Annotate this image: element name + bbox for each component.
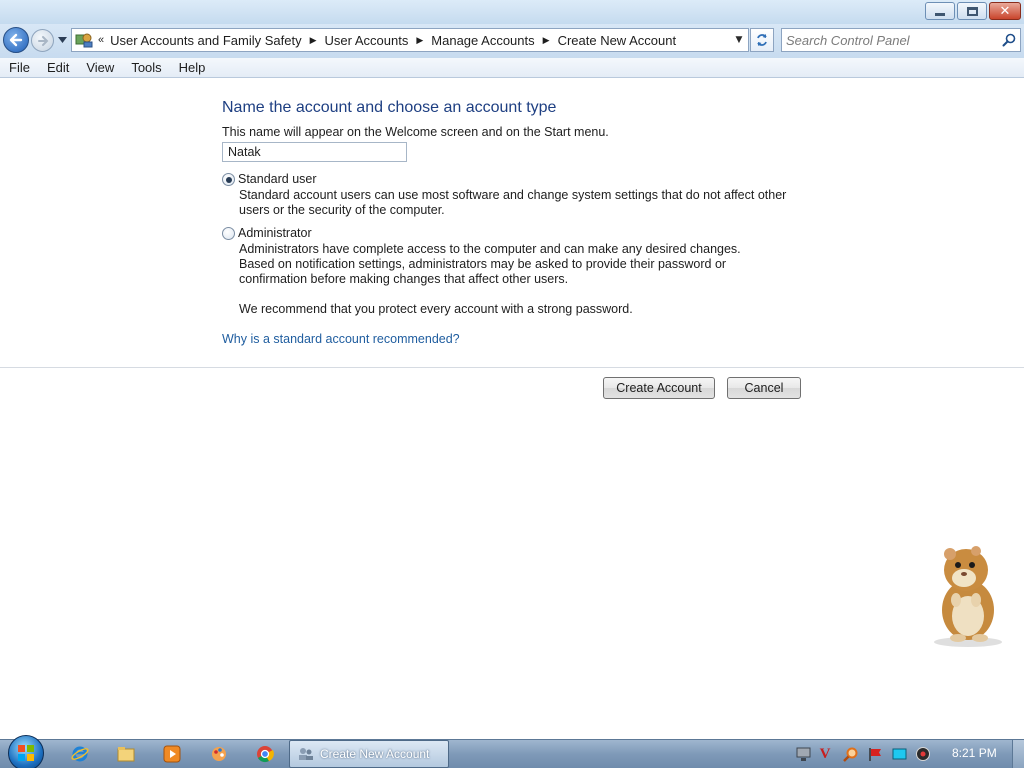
system-clock[interactable]: 8:21 PM [952,746,997,760]
chevron-down-icon [57,37,67,43]
antivirus-icon[interactable]: V [817,746,833,762]
network-icon[interactable] [795,746,811,762]
control-panel-icon [75,33,93,48]
divider [0,367,1024,368]
account-name-instructions: This name will appear on the Welcome scr… [222,125,609,139]
speaker-icon [916,747,930,761]
taskbar: Create New Account V 8:21 PM [0,735,1024,768]
forward-arrow-icon [37,35,48,46]
administrator-label[interactable]: Administrator [238,226,312,240]
radio-selected-dot [225,176,232,183]
close-button[interactable]: ✕ [989,2,1021,20]
back-button[interactable] [3,27,29,53]
refresh-icon [757,34,767,46]
recent-pages-button[interactable] [56,34,68,46]
title-bar: ✕ [0,0,1024,24]
maximize-button[interactable] [957,2,987,20]
account-name-input[interactable] [222,142,407,162]
close-icon: ✕ [999,3,1011,19]
start-button[interactable] [8,735,44,768]
address-history-dropdown[interactable]: ▼ [730,29,748,51]
network-glyph-icon [796,747,810,761]
minimize-icon [935,12,945,16]
refresh-button[interactable] [750,28,774,52]
breadcrumb-separator-icon[interactable]: ▶ [310,35,317,46]
flag-icon[interactable] [867,746,883,762]
breadcrumb-create-new-account[interactable]: Create New Account [558,33,677,48]
taskbar-window-label: Create New Account [320,747,430,761]
search-box[interactable] [781,28,1021,52]
search-icon[interactable] [1002,33,1016,47]
show-desktop-button[interactable] [1012,740,1024,768]
windows-logo-icon [18,745,34,761]
volume-icon[interactable] [915,746,931,762]
antivirus-v-icon: V [819,745,831,762]
play-icon [163,745,181,763]
address-bar[interactable]: « User Accounts and Family Safety ▶ User… [71,28,749,52]
breadcrumb-separator-icon[interactable]: ▶ [543,35,550,46]
chrome-icon[interactable] [253,743,277,765]
breadcrumb-separator-icon[interactable]: ▶ [416,35,423,46]
menu-tools[interactable]: Tools [122,60,169,75]
back-arrow-icon [9,33,23,47]
menu-help[interactable]: Help [170,60,214,75]
breadcrumb-user-accounts-family-safety[interactable]: User Accounts and Family Safety [110,33,301,48]
internet-explorer-glyph-icon [71,746,89,762]
folder-icon [117,747,135,762]
standard-user-description: Standard account users can use most soft… [239,188,787,217]
palette-icon [212,747,226,761]
user-accounts-icon [299,748,313,760]
media-player-icon[interactable] [160,743,184,765]
page-title: Name the account and choose an account t… [222,99,557,116]
restore-icon [966,6,978,16]
paint-icon[interactable] [207,743,231,765]
chrome-logo-icon [257,746,274,763]
forward-button[interactable] [31,29,54,52]
breadcrumb-overflow-icon[interactable]: « [98,34,104,46]
navigation-bar: « User Accounts and Family Safety ▶ User… [0,24,1024,58]
menu-bar: File Edit View Tools Help [0,58,1024,78]
administrator-radio[interactable] [222,227,235,240]
breadcrumb: « User Accounts and Family Safety ▶ User… [96,29,676,51]
taskbar-window-create-new-account[interactable]: Create New Account [289,740,449,768]
hamster-gadget-icon[interactable] [920,538,1010,648]
breadcrumb-user-accounts[interactable]: User Accounts [325,33,409,48]
password-recommendation: We recommend that you protect every acco… [239,302,633,316]
menu-view[interactable]: View [77,60,122,75]
minimize-button[interactable] [925,2,955,20]
menu-edit[interactable]: Edit [38,60,77,75]
standard-user-radio[interactable] [222,173,235,186]
content-pane: Name the account and choose an account t… [0,79,1024,739]
monitor-icon [892,748,906,759]
why-standard-account-link[interactable]: Why is a standard account recommended? [222,332,460,346]
search-tool-icon[interactable] [842,746,858,762]
chevron-down-icon: ▼ [735,35,743,45]
administrator-description: Administrators have complete access to t… [239,242,741,286]
standard-user-label[interactable]: Standard user [238,172,317,186]
action-center-flag-icon [868,747,881,761]
internet-explorer-icon[interactable] [68,743,92,765]
windows-explorer-icon[interactable] [114,743,138,765]
menu-file[interactable]: File [0,60,38,75]
breadcrumb-manage-accounts[interactable]: Manage Accounts [431,33,534,48]
magnifier-icon [842,747,857,762]
search-input[interactable] [786,31,996,49]
display-icon[interactable] [891,746,907,762]
cancel-button[interactable]: Cancel [727,377,801,399]
create-account-button[interactable]: Create Account [603,377,715,399]
